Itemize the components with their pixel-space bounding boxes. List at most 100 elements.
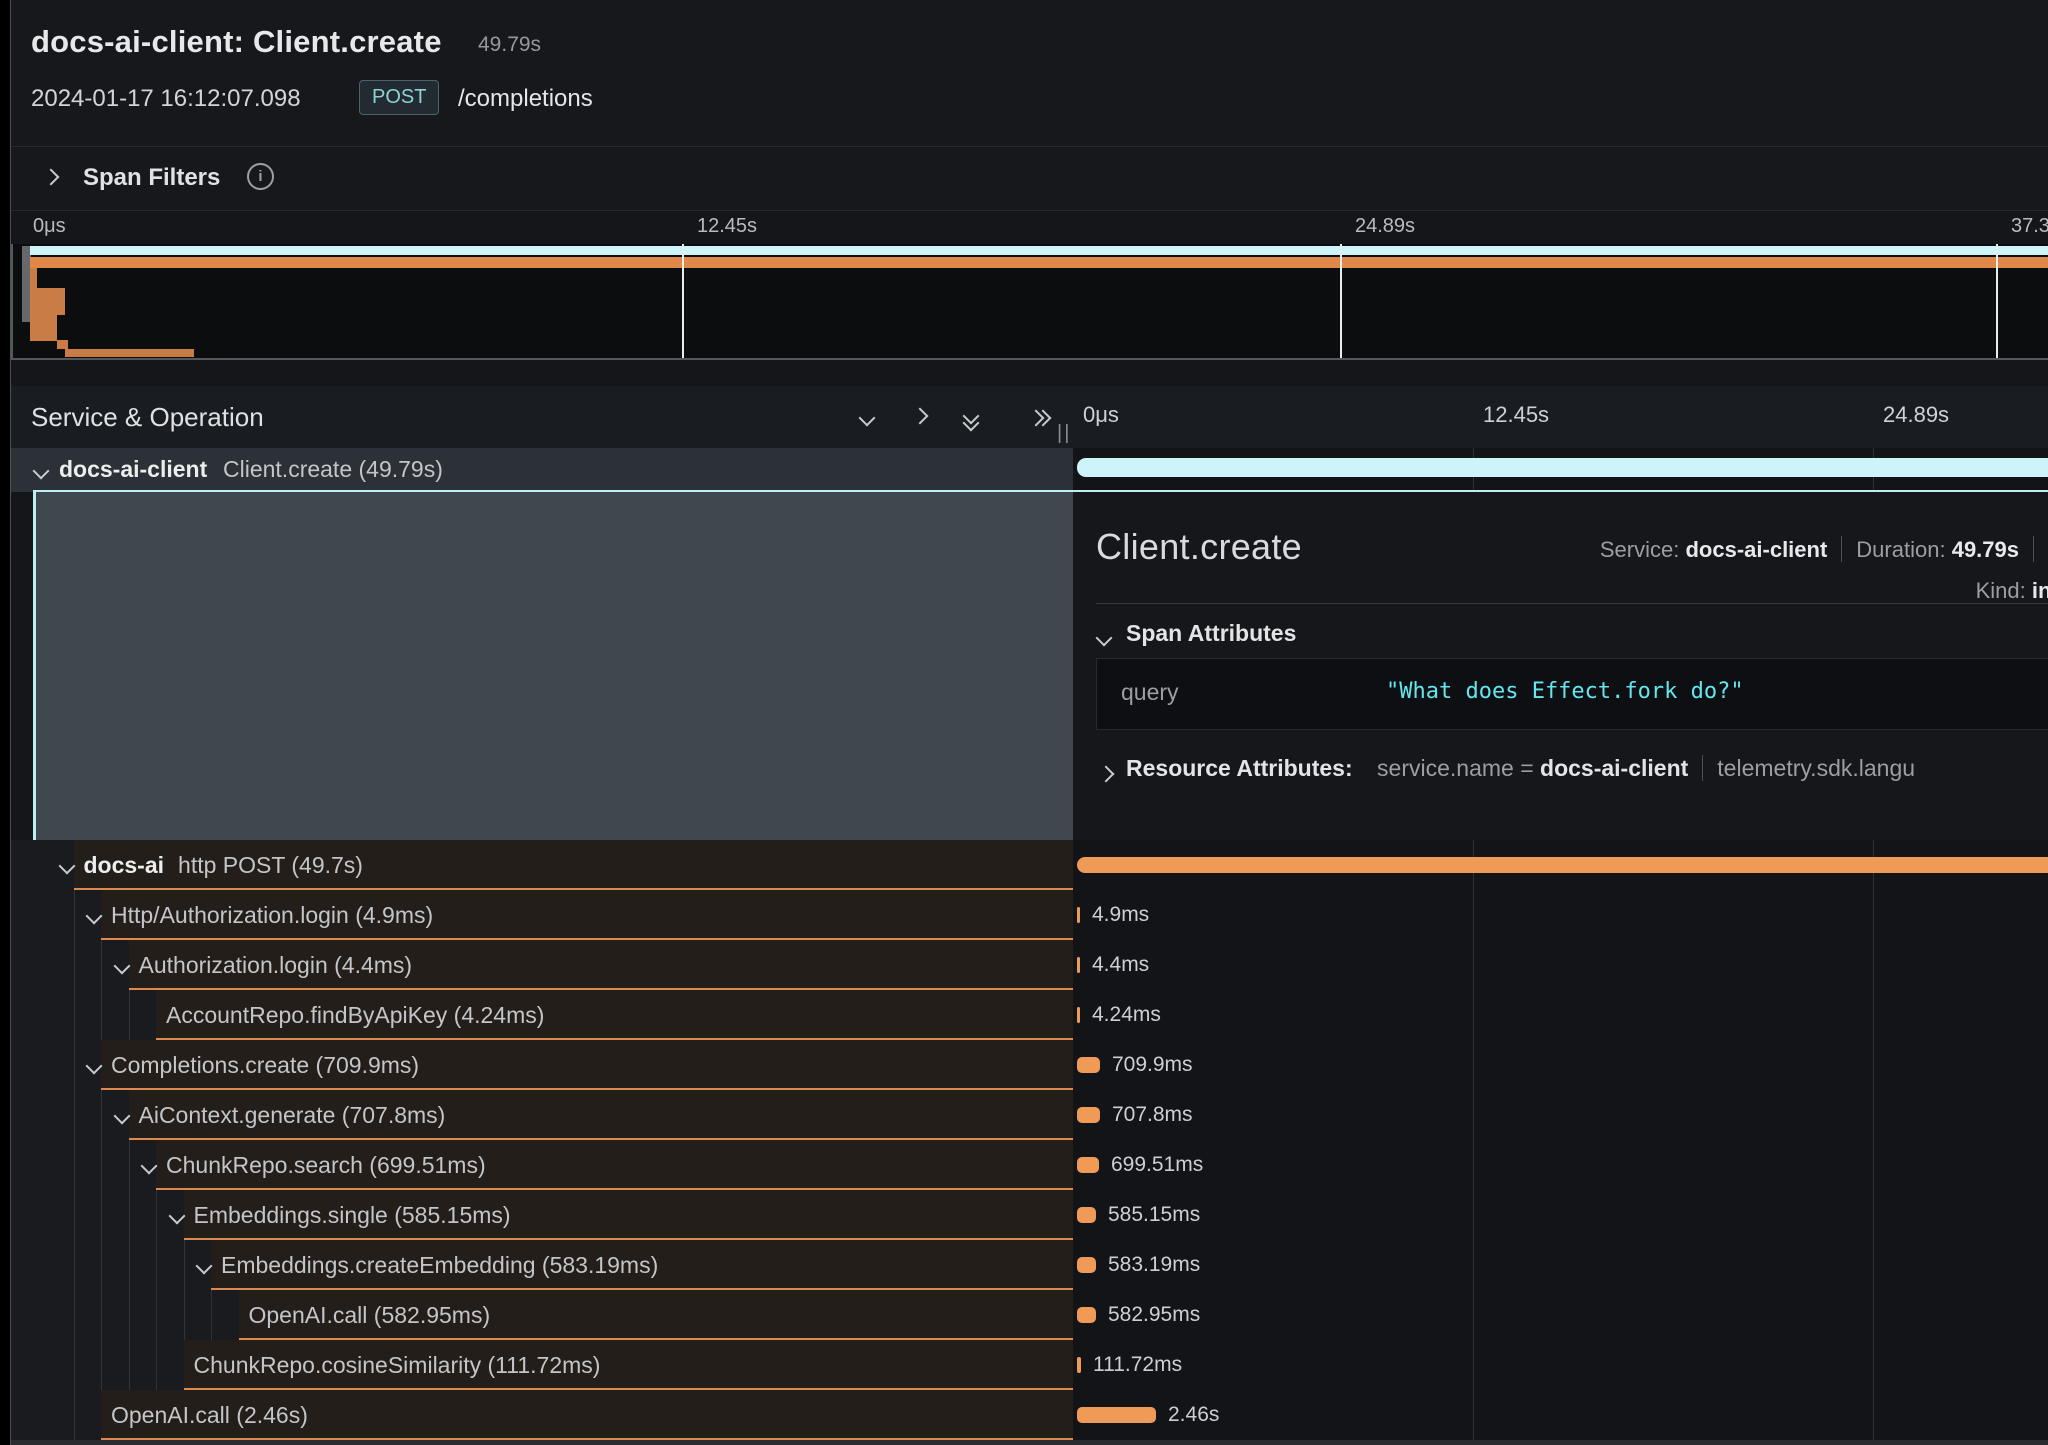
panel-resize-handle[interactable]: || — [1057, 422, 1071, 445]
minimap-span-bar — [65, 349, 194, 357]
minimap-span-bar — [30, 315, 57, 341]
timeline-row — [1073, 840, 2048, 890]
tree-row[interactable]: OpenAI.call (582.95ms) — [11, 1290, 1073, 1340]
tree-row[interactable]: AiContext.generate (707.8ms) — [11, 1090, 1073, 1140]
tree-row[interactable]: docs-aihttp POST (49.7s) — [11, 840, 1073, 890]
tree-row[interactable]: Embeddings.single (585.15ms) — [11, 1190, 1073, 1240]
attribute-key: query — [1121, 679, 1179, 706]
trace-timestamp: 2024-01-17 16:12:07.098 — [31, 85, 301, 113]
row-label: ChunkRepo.search (699.51ms) — [166, 1140, 486, 1190]
chevron-right-icon[interactable] — [1098, 766, 1115, 783]
indent-guide — [74, 1040, 75, 1090]
bottom-clip-strip — [11, 1440, 2048, 1445]
timeline-tick-label: 0μs — [1083, 402, 1119, 428]
minimap-gridline — [1996, 244, 1998, 358]
tree-row[interactable]: OpenAI.call (2.46s) — [11, 1390, 1073, 1440]
span-duration-label: 2.46s — [1168, 1390, 1219, 1440]
timeline-tick-label: 24.89s — [1883, 402, 1949, 428]
chevron-down-icon[interactable] — [33, 463, 50, 480]
timeline-row: 709.9ms — [1073, 1040, 2048, 1090]
indent-guide — [101, 1340, 102, 1390]
row-label: Embeddings.single (585.15ms) — [194, 1190, 511, 1240]
indent-guide — [129, 1340, 130, 1390]
span-bar[interactable] — [1077, 1107, 1100, 1123]
collapse-one-icon[interactable] — [859, 410, 876, 427]
span-bar[interactable] — [1077, 857, 2048, 873]
span-duration-label: 709.9ms — [1112, 1040, 1193, 1090]
tree-row[interactable]: AccountRepo.findByApiKey (4.24ms) — [11, 990, 1073, 1040]
tree-row[interactable]: ChunkRepo.search (699.51ms) — [11, 1140, 1073, 1190]
request-path: /completions — [458, 85, 593, 113]
span-bar[interactable] — [1077, 1407, 1156, 1423]
tree-row[interactable]: Embeddings.createEmbedding (583.19ms) — [11, 1240, 1073, 1290]
attribute-row: query "What does Effect.fork do?" — [1096, 658, 2048, 730]
indent-guide — [129, 1140, 130, 1190]
span-bar[interactable] — [1077, 1207, 1096, 1223]
minimap-tick-label: 24.89s — [1355, 215, 1415, 238]
row-label: Authorization.login (4.4ms) — [139, 940, 413, 990]
span-bar[interactable] — [1077, 1157, 1099, 1173]
kind-label: Kind: — [1976, 578, 2026, 603]
expand-one-icon[interactable] — [912, 408, 929, 425]
collapse-all-icon[interactable] — [963, 412, 977, 426]
span-duration-label: 4.24ms — [1092, 990, 1161, 1040]
timeline-row: 111.72ms — [1073, 1340, 2048, 1390]
row-label: docs-aihttp POST (49.7s) — [84, 840, 363, 890]
span-bar[interactable] — [1077, 1307, 1096, 1323]
minimap-span-bar — [30, 257, 2048, 268]
timeline-row: 585.15ms — [1073, 1190, 2048, 1240]
resource-value: docs-ai-client — [1540, 755, 1688, 781]
tree-row-selected[interactable]: docs-ai-client Client.create (49.79s) — [11, 448, 1073, 492]
expand-all-icon[interactable] — [1032, 410, 1046, 424]
span-duration-label: 699.51ms — [1111, 1140, 1203, 1190]
info-icon[interactable]: i — [247, 163, 274, 190]
minimap-span-bar — [30, 246, 2048, 255]
resource-eq: = — [1520, 755, 1533, 781]
span-bar[interactable] — [1077, 1257, 1096, 1273]
span-bar[interactable] — [1077, 957, 1080, 973]
row-service-name: docs-ai — [84, 852, 165, 878]
page-title: docs-ai-client: Client.create — [31, 24, 442, 60]
tree-row[interactable]: Completions.create (709.9ms) — [11, 1040, 1073, 1090]
tree-row[interactable]: Authorization.login (4.4ms) — [11, 940, 1073, 990]
tree-row[interactable]: Http/Authorization.login (4.9ms) — [11, 890, 1073, 940]
indent-rail — [11, 1090, 129, 1140]
timeline-row: 4.24ms — [1073, 990, 2048, 1040]
minimap-gridline — [1340, 244, 1342, 358]
row-operation-name: Client.create (49.79s) — [223, 456, 443, 483]
chevron-right-icon[interactable] — [43, 169, 60, 186]
indent-guide — [184, 1290, 185, 1340]
span-duration-label: 111.72ms — [1093, 1340, 1182, 1390]
span-bar[interactable] — [1077, 1007, 1080, 1023]
span-bar[interactable] — [1077, 1057, 1100, 1073]
resource-key: service.name — [1377, 755, 1514, 781]
indent-guide — [74, 1390, 75, 1440]
chevron-down-icon[interactable] — [1096, 630, 1113, 647]
indent-guide — [101, 990, 102, 1040]
span-bar[interactable] — [1077, 907, 1080, 923]
span-kind: Kind: inte — [1073, 578, 2048, 604]
kind-value: inte — [2032, 578, 2048, 603]
span-bar[interactable] — [1077, 1357, 1081, 1373]
indent-guide — [101, 1240, 102, 1290]
indent-rail — [11, 1340, 184, 1390]
indent-guide — [74, 940, 75, 990]
minimap-span-bar — [30, 288, 65, 315]
indent-guide — [101, 1290, 102, 1340]
indent-guide — [101, 1190, 102, 1240]
indent-guide — [74, 1290, 75, 1340]
tree-row[interactable]: ChunkRepo.cosineSimilarity (111.72ms) — [11, 1340, 1073, 1390]
indent-guide — [74, 890, 75, 940]
span-attributes-header[interactable]: Span Attributes — [1126, 620, 1296, 647]
row-label: Http/Authorization.login (4.9ms) — [111, 890, 433, 940]
trace-minimap[interactable] — [11, 244, 2048, 360]
minimap-tick-label: 12.45s — [697, 215, 757, 238]
divider — [2033, 536, 2034, 562]
span-filters-label[interactable]: Span Filters — [83, 164, 220, 192]
indent-guide — [156, 1240, 157, 1290]
row-label: Embeddings.createEmbedding (583.19ms) — [221, 1240, 658, 1290]
indent-guide — [74, 1240, 75, 1290]
resource-attributes-row[interactable]: Resource Attributes: service.name = docs… — [1126, 755, 1915, 782]
span-bar-root[interactable] — [1077, 458, 2048, 477]
duration-label: Duration: — [1856, 537, 1945, 562]
